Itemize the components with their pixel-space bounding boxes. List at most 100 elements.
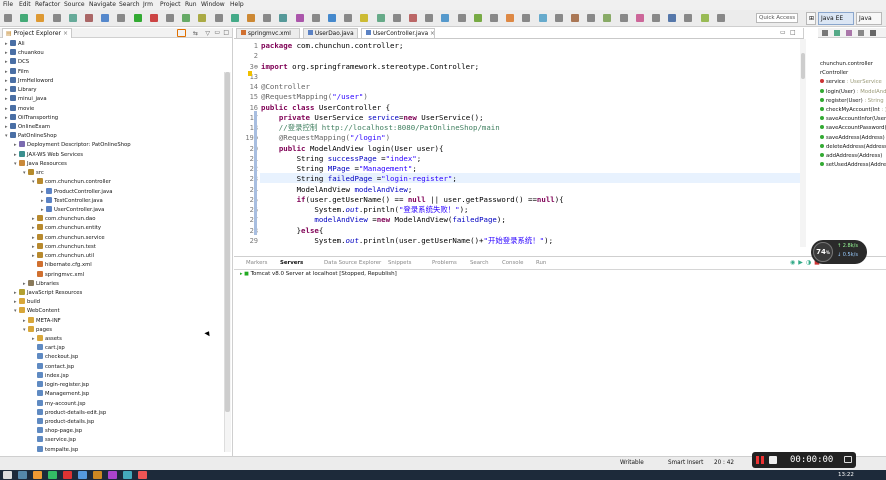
menu-edit[interactable]: Edit (19, 0, 31, 10)
code-line[interactable]: String failedPage ="login-register"; (261, 174, 457, 184)
tree-item[interactable]: index.jsp (32, 371, 69, 381)
history-icon[interactable] (360, 14, 369, 22)
tree-item[interactable]: product-details.jsp (32, 418, 94, 427)
bottom-tab[interactable]: Run (536, 259, 546, 268)
tree-item[interactable]: ▸ Libraries (23, 279, 59, 289)
bottom-tab[interactable]: Search (470, 259, 489, 268)
maximize-editor-icon[interactable]: □ (790, 29, 796, 37)
close-tab-icon[interactable]: × (428, 31, 435, 37)
breakpoint-icon[interactable] (409, 14, 417, 22)
quick-access-input[interactable]: Quick Access (756, 13, 798, 23)
tree-item[interactable]: ▸ UserController.java (41, 205, 104, 215)
bottom-tab[interactable]: Markers (246, 259, 267, 268)
tree-item[interactable]: springmvc.xml (32, 270, 84, 280)
cloud-icon[interactable] (700, 14, 709, 22)
tree-item[interactable]: product-details-edit.jsp (32, 408, 106, 418)
menu-window[interactable]: Window (201, 0, 225, 10)
bottom-tab[interactable]: Console (502, 259, 523, 268)
open-type-icon[interactable] (198, 14, 207, 22)
plugin-icon[interactable] (668, 14, 677, 22)
outline-item[interactable]: setUsedAddress(Address (820, 161, 886, 170)
tree-item[interactable]: ▸ com.chunchun.test (32, 242, 96, 252)
tree-item[interactable]: ▾ pages (23, 325, 52, 335)
help-icon[interactable] (716, 14, 725, 22)
new-icon[interactable] (4, 14, 12, 22)
tree-item[interactable]: Management.jsp (32, 390, 89, 399)
code-line[interactable]: }else{ (261, 226, 324, 236)
tree-item[interactable]: ▸ chuankou (5, 49, 44, 58)
code-line[interactable]: System.out.println(user.getUserName()+"开… (261, 236, 553, 246)
tree-item[interactable]: ▸ minui_java (5, 95, 47, 104)
new-class-icon[interactable] (182, 14, 191, 22)
bottom-tab[interactable]: Data Source Explorer (324, 259, 381, 268)
camera-icon[interactable] (844, 456, 852, 463)
taskbar-app-icon[interactable] (138, 471, 147, 479)
stop-recording-icon[interactable] (769, 456, 777, 464)
filter-icon[interactable] (587, 14, 596, 22)
tree-item[interactable]: checkout.jsp (32, 353, 78, 362)
tree-item[interactable]: ▸ com.chunchun.dao (32, 215, 96, 224)
tree-item[interactable]: ▾ PatOnlineShop (5, 132, 57, 141)
tree-item[interactable]: ▾ Java Resources (14, 159, 67, 169)
map-icon[interactable] (684, 14, 693, 22)
gear-icon[interactable] (619, 14, 628, 22)
code-line[interactable]: package com.chunchun.controller; (261, 41, 403, 51)
toggle-icon[interactable] (392, 14, 401, 22)
markers-icon[interactable] (522, 14, 531, 22)
tree-item[interactable]: ▾ src (23, 169, 44, 178)
project-explorer-tab[interactable]: ▤ Project Explorer × (2, 28, 72, 38)
taskbar-clock[interactable]: 13:22 (838, 470, 854, 480)
server-row[interactable]: ▸ ■ Tomcat v8.0 Server at localhost [Sto… (240, 270, 397, 279)
navigate-icon[interactable] (263, 14, 272, 22)
explorer-scroll-thumb[interactable] (225, 72, 230, 412)
code-line[interactable]: System.out.println("登录系统失败！"); (261, 205, 468, 215)
back-icon[interactable] (311, 14, 320, 22)
tree-item[interactable]: ▸ movie (5, 104, 34, 114)
taskbar-app-icon[interactable] (78, 471, 87, 479)
step-icon[interactable] (425, 14, 434, 22)
outline-item[interactable]: deleteAddress(Address) (820, 143, 886, 152)
bookmark-icon[interactable] (603, 14, 612, 22)
outline-icon[interactable] (214, 14, 223, 22)
code-line[interactable]: String MPage ="Management"; (261, 164, 417, 174)
perspective-java-ee[interactable]: Java EE (818, 12, 854, 25)
code-line[interactable]: @RequestMapping("/login") (261, 133, 390, 143)
view-menu-icon[interactable]: ▽ (205, 30, 210, 37)
run-last-icon[interactable] (133, 14, 142, 22)
bottom-tab[interactable]: Snippets (388, 259, 411, 268)
outline-item[interactable]: chunchun.controller (820, 60, 873, 69)
tree-item[interactable]: shop-page.jsp (32, 427, 82, 436)
outline-item[interactable]: saveAccountPassword( (820, 124, 886, 133)
profile-server-icon[interactable]: ◑ (806, 259, 814, 266)
code-line[interactable]: public class UserController { (261, 103, 390, 113)
layout-icon[interactable] (554, 14, 563, 22)
warning-icon[interactable] (506, 14, 515, 22)
tree-item[interactable]: ▸ JAX-WS Web Services (14, 150, 83, 160)
properties-icon[interactable] (538, 14, 547, 22)
editor-scrollbar[interactable] (800, 39, 806, 247)
outline-item[interactable]: addAddress(Address) (820, 152, 882, 161)
perspective-java[interactable]: Java (856, 12, 882, 25)
run-icon[interactable] (68, 14, 77, 22)
stop-icon[interactable] (149, 14, 158, 22)
task-icon[interactable] (279, 14, 288, 22)
link-editor-icon[interactable]: ⇆ (193, 30, 198, 37)
menu-file[interactable]: File (3, 0, 13, 10)
bottom-tab[interactable]: Problems (432, 259, 457, 268)
tree-item[interactable]: ▸ com.chunchun.service (32, 233, 105, 243)
code-line[interactable]: @RequestMapping("/user") (261, 92, 368, 102)
tree-item[interactable]: sservice.jsp (32, 436, 76, 445)
menu-search[interactable]: Search (119, 0, 140, 10)
hide-static-icon[interactable] (846, 30, 852, 36)
tree-item[interactable]: ▸ Deployment Descriptor: PatOnlineShop (14, 141, 131, 150)
terminal-icon[interactable] (441, 14, 450, 22)
palette-icon[interactable] (635, 14, 644, 22)
save-icon[interactable] (20, 14, 29, 22)
tree-item[interactable]: ▸ com.chunchun.entity (32, 224, 101, 233)
start-server-icon[interactable]: ▶ (798, 259, 806, 266)
build-icon[interactable] (117, 14, 126, 22)
outline-item[interactable]: checkMyAccount(Int : ) (820, 106, 886, 115)
taskbar-app-icon[interactable] (33, 471, 42, 479)
minimize-icon[interactable]: ▭ (214, 29, 220, 37)
outline-item[interactable]: saveAccountInfor(User (820, 115, 886, 124)
